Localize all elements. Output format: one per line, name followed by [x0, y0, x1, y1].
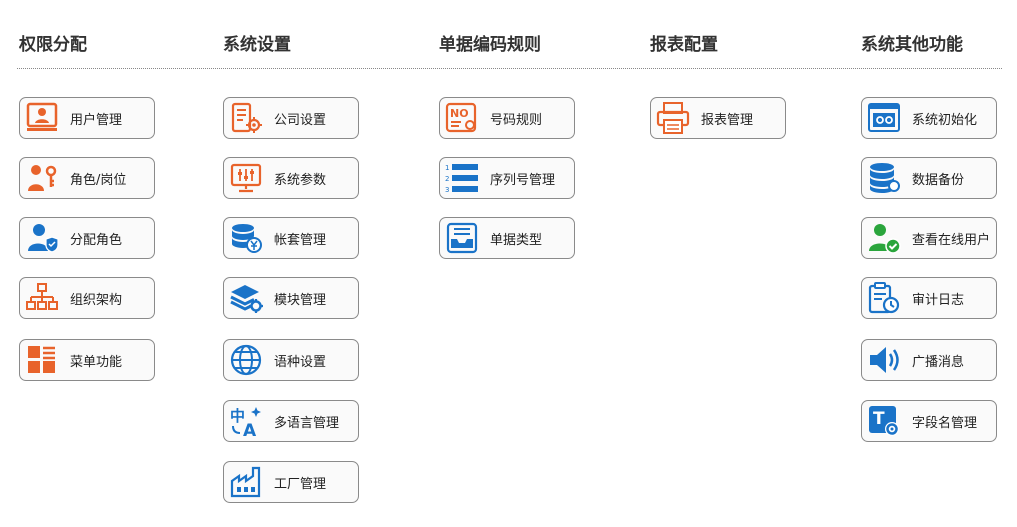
menu-card-online-user[interactable]: 查看在线用户: [861, 217, 997, 259]
menu-card-text-gear[interactable]: T 字段名管理: [861, 400, 997, 442]
user-shield-icon: [24, 220, 60, 256]
clipboard-clock-icon: [866, 280, 902, 316]
online-user-icon: [866, 220, 902, 256]
menu-card-label: 查看在线用户: [912, 232, 991, 248]
menu-card-label: 单据类型: [490, 232, 543, 248]
database-backup-icon: [866, 160, 902, 196]
menu-card-label: 组织架构: [70, 292, 123, 308]
svg-text:A: A: [243, 421, 257, 438]
section-title: 系统其他功能: [861, 35, 963, 55]
numbered-list-icon: 1 2 3: [444, 160, 480, 196]
speaker-icon: [866, 342, 902, 378]
menu-card-label: 号码规则: [490, 112, 543, 128]
svg-text:NO: NO: [450, 107, 469, 120]
text-gear-icon: T: [866, 403, 902, 439]
menu-card-number-rule[interactable]: NO 号码规则: [439, 97, 575, 139]
section-divider: [17, 68, 1002, 69]
menu-card-label: 序列号管理: [490, 172, 556, 188]
menu-card-globe[interactable]: 语种设置: [223, 339, 359, 381]
menu-card-speaker[interactable]: 广播消息: [861, 339, 997, 381]
menu-card-label: 系统参数: [274, 172, 327, 188]
menu-card-label: 系统初始化: [912, 112, 978, 128]
translate-icon: 中A: [228, 403, 264, 439]
document-tray-icon: [444, 220, 480, 256]
menu-card-label: 字段名管理: [912, 415, 978, 431]
menu-card-label: 多语言管理: [274, 415, 340, 431]
section-title: 单据编码规则: [439, 35, 541, 55]
menu-card-monitor-sliders[interactable]: 系统参数: [223, 157, 359, 199]
menu-card-window-gears[interactable]: 系统初始化: [861, 97, 997, 139]
menu-card-database-backup[interactable]: 数据备份: [861, 157, 997, 199]
menu-card-printer[interactable]: 报表管理: [650, 97, 786, 139]
menu-card-numbered-list[interactable]: 1 2 3 序列号管理: [439, 157, 575, 199]
svg-text:3: 3: [445, 186, 449, 194]
menu-card-org-chart[interactable]: 组织架构: [19, 277, 155, 319]
menu-card-user-shield[interactable]: 分配角色: [19, 217, 155, 259]
menu-card-label: 工厂管理: [274, 476, 327, 492]
menu-card-factory[interactable]: 工厂管理: [223, 461, 359, 503]
menu-card-label: 角色/岗位: [70, 172, 127, 188]
menu-card-label: 菜单功能: [70, 354, 123, 370]
monitor-sliders-icon: [228, 160, 264, 196]
globe-icon: [228, 342, 264, 378]
menu-card-label: 审计日志: [912, 292, 965, 308]
menu-card-user-desk[interactable]: 用户管理: [19, 97, 155, 139]
factory-icon: [228, 464, 264, 500]
menu-card-label: 公司设置: [274, 112, 327, 128]
svg-text:2: 2: [445, 175, 449, 183]
company-settings-icon: [228, 100, 264, 136]
layers-gear-icon: [228, 280, 264, 316]
menu-card-label: 分配角色: [70, 232, 123, 248]
menu-card-label: 报表管理: [701, 112, 754, 128]
role-key-icon: [24, 160, 60, 196]
section-title: 权限分配: [19, 35, 87, 55]
menu-card-label: 语种设置: [274, 354, 327, 370]
user-desk-icon: [24, 100, 60, 136]
menu-card-label: 广播消息: [912, 354, 965, 370]
menu-card-database-yen[interactable]: 帐套管理: [223, 217, 359, 259]
menu-card-translate[interactable]: 中 A 多语言管理: [223, 400, 359, 442]
number-rule-icon: NO: [444, 100, 480, 136]
section-title: 报表配置: [650, 35, 718, 55]
menu-card-layers-gear[interactable]: 模块管理: [223, 277, 359, 319]
menu-card-role-key[interactable]: 角色/岗位: [19, 157, 155, 199]
menu-card-label: 数据备份: [912, 172, 965, 188]
window-gears-icon: [866, 100, 902, 136]
svg-text:1: 1: [445, 164, 449, 172]
menu-card-company-settings[interactable]: 公司设置: [223, 97, 359, 139]
menu-card-clipboard-clock[interactable]: 审计日志: [861, 277, 997, 319]
menu-card-label: 模块管理: [274, 292, 327, 308]
menu-card-label: 帐套管理: [274, 232, 327, 248]
menu-card-label: 用户管理: [70, 112, 123, 128]
menu-card-menu-grid[interactable]: 菜单功能: [19, 339, 155, 381]
org-chart-icon: [24, 280, 60, 316]
svg-text:T: T: [873, 409, 885, 429]
section-title: 系统设置: [223, 35, 291, 55]
menu-card-document-tray[interactable]: 单据类型: [439, 217, 575, 259]
menu-grid-icon: [24, 342, 60, 378]
printer-icon: [655, 100, 691, 136]
database-yen-icon: [228, 220, 264, 256]
